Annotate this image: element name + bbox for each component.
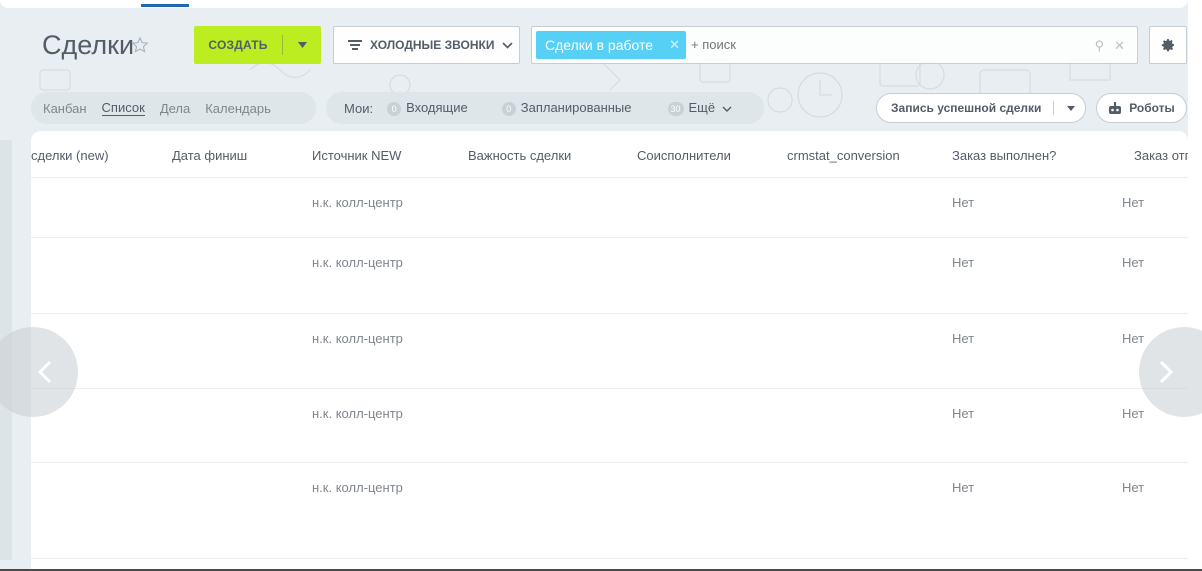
column-header[interactable]: Источник NEW xyxy=(312,148,401,163)
deals-grid: сделки (new) Дата финиш Источник NEW Важ… xyxy=(31,131,1188,569)
search-icon[interactable]: ⚲ xyxy=(1095,38,1105,54)
counter-incoming[interactable]: 0 Входящие xyxy=(387,100,468,116)
table-row[interactable]: н.к. колл-центр Нет Нет xyxy=(31,238,1188,314)
chevron-down-icon xyxy=(502,41,514,49)
counters-bar: Мои: 0 Входящие 0 Запланированные 30 Ещё xyxy=(326,92,764,124)
cell-order-shipped: Нет xyxy=(1122,331,1145,346)
chevron-down-icon xyxy=(722,106,732,112)
success-deal-label: Запись успешной сделки xyxy=(891,101,1042,115)
arrow-left-icon xyxy=(38,360,52,384)
clear-search-icon[interactable]: ✕ xyxy=(1114,38,1125,54)
counter-planned[interactable]: 0 Запланированные xyxy=(501,100,632,116)
robots-button[interactable]: Роботы xyxy=(1096,93,1187,123)
view-list[interactable]: Список xyxy=(101,100,145,116)
chevron-down-icon[interactable] xyxy=(1067,105,1076,111)
page-scrollbar[interactable] xyxy=(1188,0,1202,571)
cell-source: н.к. колл-центр xyxy=(312,255,403,270)
counter-label: Входящие xyxy=(406,100,468,115)
view-calendar[interactable]: Календарь xyxy=(205,101,271,116)
page-title: Сделки xyxy=(42,30,135,60)
filter-icon xyxy=(348,40,362,50)
cell-order-done: Нет xyxy=(952,406,975,421)
cell-order-shipped: Нет xyxy=(1122,406,1145,421)
view-kanban[interactable]: Канбан xyxy=(43,101,87,116)
star-icon[interactable] xyxy=(131,36,149,54)
cell-order-done: Нет xyxy=(952,255,975,270)
column-header[interactable]: Соисполнители xyxy=(637,148,731,163)
cell-order-done: Нет xyxy=(952,480,975,495)
table-row[interactable]: н.к. колл-центр Нет Нет xyxy=(31,463,1188,559)
cell-source: н.к. колл-центр xyxy=(312,480,403,495)
column-header[interactable]: crmstat_conversion xyxy=(787,148,900,163)
column-header[interactable]: Заказ выполнен? xyxy=(952,148,1056,163)
column-header[interactable]: Дата финиш xyxy=(172,148,247,163)
create-button[interactable]: СОЗДАТЬ xyxy=(194,26,321,64)
active-tab-indicator xyxy=(141,4,189,7)
my-label: Мои: xyxy=(344,100,374,116)
category-select[interactable]: ХОЛОДНЫЕ ЗВОНКИ xyxy=(333,26,520,64)
cell-order-shipped: Нет xyxy=(1122,255,1145,270)
cell-order-shipped: Нет xyxy=(1122,480,1145,495)
cell-order-done: Нет xyxy=(952,195,975,210)
column-header[interactable]: Заказ отг xyxy=(1134,148,1188,163)
table-row[interactable]: н.к. колл-центр Нет Нет xyxy=(31,314,1188,389)
robots-label: Роботы xyxy=(1129,101,1175,115)
top-tabs-strip xyxy=(0,0,1188,8)
success-deal-button[interactable]: Запись успешной сделки xyxy=(876,93,1086,123)
column-header[interactable]: сделки (new) xyxy=(31,148,109,163)
settings-button[interactable] xyxy=(1149,26,1187,64)
filter-tag-label: Сделки в работе xyxy=(545,37,654,53)
chevron-down-icon xyxy=(297,42,307,48)
counter-label: Ещё xyxy=(688,100,716,115)
counter-label: Запланированные xyxy=(520,100,632,115)
category-select-label: ХОЛОДНЫЕ ЗВОНКИ xyxy=(370,38,495,52)
counter-more[interactable]: 30 Ещё xyxy=(667,100,732,116)
filter-search-box[interactable]: Сделки в работе ✕ ⚲ ✕ xyxy=(531,26,1138,64)
search-input[interactable] xyxy=(691,37,991,52)
arrow-right-icon xyxy=(1159,360,1173,384)
cell-source: н.к. колл-центр xyxy=(312,195,403,210)
counter-badge: 0 xyxy=(387,102,402,116)
view-switcher: Канбан Список Дела Календарь xyxy=(31,92,316,124)
success-deal-divider xyxy=(1053,101,1055,115)
cell-order-done: Нет xyxy=(952,331,975,346)
table-row[interactable]: н.к. колл-центр Нет Нет xyxy=(31,389,1188,463)
gear-icon xyxy=(1161,39,1174,52)
close-icon[interactable]: ✕ xyxy=(669,37,680,53)
grid-header: сделки (new) Дата финиш Источник NEW Важ… xyxy=(31,131,1188,178)
table-row[interactable]: н.к. колл-центр Нет Нет xyxy=(31,178,1188,238)
column-header[interactable]: Важность сделки xyxy=(468,148,571,163)
counter-badge: 0 xyxy=(501,102,516,116)
create-menu-toggle[interactable] xyxy=(283,42,321,48)
create-button-label: СОЗДАТЬ xyxy=(208,38,268,52)
cell-source: н.к. колл-центр xyxy=(312,331,403,346)
robot-icon xyxy=(1109,101,1122,114)
filter-tag[interactable]: Сделки в работе ✕ xyxy=(536,31,686,59)
counter-badge: 30 xyxy=(667,102,684,116)
cell-order-shipped: Нет xyxy=(1122,195,1145,210)
cell-source: н.к. колл-центр xyxy=(312,406,403,421)
view-activities[interactable]: Дела xyxy=(160,101,190,116)
